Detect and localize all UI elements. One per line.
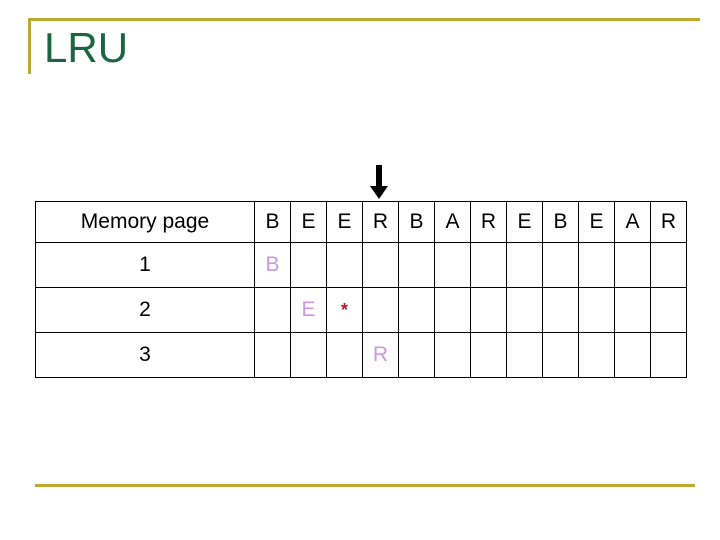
reference-string-cell: E [506,201,543,243]
frame-slot-cell [398,287,435,333]
reference-string-cell: A [614,201,651,243]
frame-slot-cell [650,332,687,378]
frame-slot-cell [614,332,651,378]
frame-slot-cell [650,287,687,333]
lru-table-container: Memory page B E E R B A R E B E A R 1 B 2 E * 3 R [35,201,687,378]
frame-slot-cell: E [290,287,327,333]
frame-slot-cell [650,242,687,288]
frame-slot-cell [542,332,579,378]
slide-canvas: LRU Memory page B E E R B A R E B E A R 1 B 2 E * 3 R [0,0,720,540]
left-accent-rule [28,18,31,74]
frame-slot-cell [290,332,327,378]
reference-string-cell: R [650,201,687,243]
arrow-down-icon [368,165,390,199]
frame-slot-cell: * [326,287,363,333]
frame-slot-cell [506,242,543,288]
page-value: E [301,298,316,321]
frame-slot-cell [326,242,363,288]
frame-slot-cell [362,287,399,333]
table-row: 1B [35,242,687,288]
frame-slot-cell [542,287,579,333]
page-value: R [372,343,389,366]
slide-title: LRU [44,24,129,71]
frame-slot-cell [254,332,291,378]
reference-string-cell: E [578,201,615,243]
frame-slot-cell [398,242,435,288]
table-row: 2 E * [35,287,687,333]
reference-string-cell: E [290,201,327,243]
table-header-row: Memory page B E E R B A R E B E A R [35,201,687,243]
frame-slot-cell [506,332,543,378]
frame-slot-cell [506,287,543,333]
fault-marker: * [340,300,348,320]
frame-slot-cell [290,242,327,288]
frame-slot-cell [578,287,615,333]
memory-page-header: Memory page [35,201,255,243]
frame-number-label: 2 [35,287,255,333]
frame-slot-cell [470,332,507,378]
reference-string-cell: A [434,201,471,243]
reference-string-cell: B [542,201,579,243]
frame-slot-cell [434,332,471,378]
frame-slot-cell: R [362,332,399,378]
frame-slot-cell [470,242,507,288]
reference-string-cell: R [362,201,399,243]
frame-slot-cell [434,242,471,288]
frame-slot-cell [254,287,291,333]
frame-number-label: 3 [35,332,255,378]
frame-slot-cell [614,242,651,288]
frame-slot-cell [470,287,507,333]
frame-slot-cell [434,287,471,333]
lru-table: Memory page B E E R B A R E B E A R 1 B 2 E * 3 R [35,201,687,378]
table-row: 3R [35,332,687,378]
frame-number-label: 1 [35,242,255,288]
frame-slot-cell [326,332,363,378]
frame-slot-cell [578,332,615,378]
reference-string-cell: E [326,201,363,243]
frame-slot-cell [578,242,615,288]
page-value: B [265,253,280,276]
frame-slot-cell [614,287,651,333]
reference-string-cell: R [470,201,507,243]
top-accent-rule [28,18,700,21]
frame-slot-cell [398,332,435,378]
reference-string-cell: B [398,201,435,243]
frame-slot-cell [542,242,579,288]
bottom-accent-rule [35,484,695,487]
frame-slot-cell [362,242,399,288]
frame-slot-cell: B [254,242,291,288]
reference-string-cell: B [254,201,291,243]
